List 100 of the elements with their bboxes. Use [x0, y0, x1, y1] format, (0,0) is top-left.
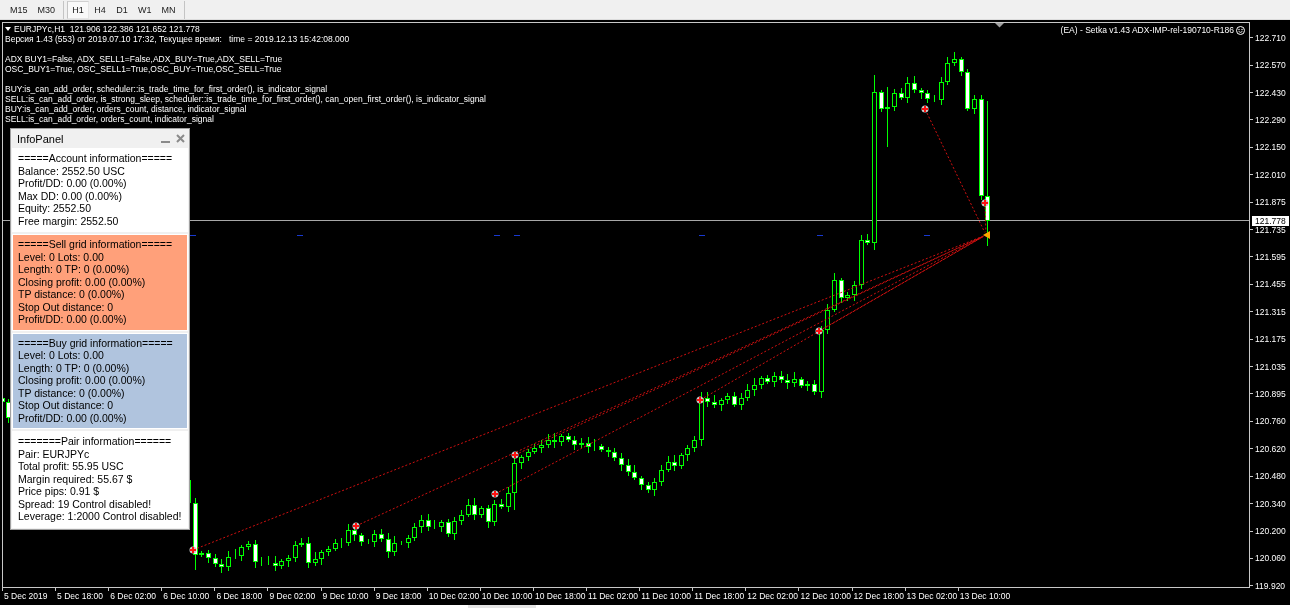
info-line: Stop Out distance: 0: [18, 300, 115, 313]
price-label: 120.340: [1255, 499, 1286, 508]
panel-title: InfoPanel: [17, 132, 65, 145]
info-line: Level: 0 Lots: 0.00: [18, 349, 105, 362]
price-label: 121.175: [1255, 335, 1286, 344]
info-line: Level: 0 Lots: 0.00: [18, 250, 105, 263]
info-line: Total profit: 55.95 USC: [18, 460, 125, 473]
time-label: 10 Dec 10:00: [481, 591, 533, 601]
timeframe-button[interactable]: H4: [89, 0, 112, 19]
info-line: Price pips: 0.91 $: [18, 485, 101, 498]
timeframe-button[interactable]: D1: [111, 0, 134, 19]
order-marker-icon: [491, 490, 499, 498]
info-line: Length: 0 TP: 0 (0.00%): [18, 361, 131, 374]
timeframe-button[interactable]: M15: [5, 0, 33, 19]
price-label: 122.430: [1255, 88, 1286, 97]
time-label: 12 Dec 10:00: [800, 591, 852, 601]
info-line: TP distance: 0 (0.00%): [18, 288, 126, 301]
time-label: 11 Dec 02:00: [588, 591, 639, 601]
close-icon[interactable]: [176, 134, 185, 143]
time-label: 5 Dec 2019: [4, 591, 49, 601]
price-label: 121.735: [1255, 225, 1286, 234]
level-tick: [493, 235, 501, 236]
time-label: 9 Dec 02:00: [269, 591, 317, 601]
level-tick: [296, 235, 304, 236]
price-label: 120.060: [1255, 554, 1286, 563]
price-label: 122.570: [1255, 61, 1286, 70]
price-label: 121.315: [1255, 307, 1286, 316]
order-marker-icon: [921, 105, 929, 113]
time-label: 9 Dec 10:00: [322, 591, 370, 601]
time-label: 5 Dec 18:00: [57, 591, 104, 601]
price-label: 120.895: [1255, 390, 1286, 398]
info-line: Pair: EURJPYc: [18, 447, 91, 460]
section-heading: =====Sell grid information=====: [18, 238, 174, 251]
time-label: 6 Dec 10:00: [163, 591, 211, 601]
price-label: 122.150: [1255, 143, 1286, 152]
level-tick: [513, 235, 521, 236]
timeframe-button[interactable]: H1: [67, 0, 90, 19]
symbol-quote-line: EURJPYc,H1 121.906 122.386 121.652 121.778: [14, 24, 200, 34]
shift-marker-icon[interactable]: [995, 23, 1004, 28]
order-marker-icon: [352, 522, 360, 530]
info-line: Equity: 2552.50: [18, 202, 92, 215]
time-label: 12 Dec 18:00: [853, 591, 905, 601]
info-line: TP distance: 0 (0.00%): [18, 386, 126, 399]
level-tick: [189, 235, 197, 236]
price-label: 121.035: [1255, 362, 1286, 371]
time-label: 11 Dec 10:00: [641, 591, 693, 601]
timeframe-button[interactable]: M30: [32, 0, 61, 19]
time-label: 13 Dec 02:00: [906, 591, 958, 601]
caret-icon[interactable]: [5, 27, 11, 31]
info-line: Closing profit: 0.00 (0.00%): [18, 374, 147, 387]
price-label: 121.875: [1255, 198, 1286, 207]
status-line: BUY:is_can_add_order, orders_count, distance, indicator_signal: [5, 104, 248, 114]
price-label: 121.455: [1255, 280, 1286, 289]
time-label: 10 Dec 18:00: [534, 591, 587, 601]
info-line: Profit/DD: 0.00 (0.00%): [18, 411, 128, 424]
price-label: 120.760: [1255, 417, 1286, 426]
smiley-icon[interactable]: [1236, 25, 1245, 35]
time-label: 12 Dec 02:00: [747, 591, 799, 601]
price-label: 120.200: [1255, 527, 1286, 535]
info-line: Balance: 2552.50 USC: [18, 164, 126, 177]
price-label: 119.920: [1255, 581, 1286, 590]
timeframe-button[interactable]: W1: [133, 0, 157, 19]
info-line: Spread: 19 Control disabled!: [18, 497, 153, 510]
price-label: 121.595: [1255, 252, 1286, 261]
info-line: Profit/DD: 0.00 (0.00%): [18, 177, 128, 190]
price-label: 120.480: [1255, 472, 1286, 481]
price-label: 122.710: [1255, 33, 1286, 42]
time-label: 13 Dec 10:00: [959, 591, 1011, 601]
time-label: 6 Dec 02:00: [110, 591, 158, 601]
status-line: OSC_BUY1=True, OSC_SELL1=True,OSC_BUY=True,OSC_SELL=True: [5, 64, 283, 74]
price-label: 120.620: [1255, 444, 1286, 453]
time-label: 11 Dec 18:00: [694, 591, 746, 601]
level-tick: [816, 235, 824, 236]
info-line: Profit/DD: 0.00 (0.00%): [18, 313, 128, 326]
status-line: Версия 1.43 (553) от 2019.07.10 17:32, Текущее время: time = 2019.12.13 15:42:08.000: [5, 34, 351, 44]
status-line: BUY:is_can_add_order, scheduler::is_trade_time_for_first_order(), is_indicator_signal: [5, 84, 329, 94]
info-line: Max DD: 0.00 (0.00%): [18, 189, 123, 202]
order-marker-icon: [981, 199, 989, 207]
info-line: Length: 0 TP: 0 (0.00%): [18, 263, 131, 276]
section-heading: =====Account information=====: [18, 152, 174, 165]
arrow-marker-icon: [983, 231, 990, 239]
info-line: Free margin: 2552.50: [18, 214, 120, 227]
order-marker-icon: [696, 396, 704, 404]
level-tick: [923, 235, 931, 236]
price-label: 122.290: [1255, 115, 1286, 124]
order-marker-icon: [815, 327, 823, 335]
current-price-label: 121.778: [1252, 215, 1289, 226]
info-line: Closing profit: 0.00 (0.00%): [18, 275, 147, 288]
timeframe-button[interactable]: MN: [156, 0, 181, 19]
section-heading: =======Pair information======: [18, 435, 173, 448]
status-line: ADX BUY1=False, ADX_SELL1=False,ADX_BUY=True,ADX_SELL=True: [5, 54, 284, 64]
info-line: Margin required: 55.67 $: [18, 472, 134, 485]
time-label: 6 Dec 18:00: [216, 591, 264, 601]
status-line: SELL:is_can_add_order, is_strong_sleep, scheduler::is_trade_time_for_first_order(), can_open_first_order(), is_indicator_signal: [5, 94, 486, 104]
order-marker-icon: [189, 546, 197, 554]
price-label: 122.010: [1255, 170, 1286, 179]
expert-label: (EA) - Setka v1.43 ADX-IMP-rel-190710-R186: [1060, 25, 1234, 35]
status-line: SELL:is_can_add_order, orders_count, indicator_signal: [5, 114, 215, 124]
info-line: Leverage: 1:2000 Control disabled!: [18, 510, 183, 523]
section-heading: =====Buy grid information=====: [18, 336, 174, 349]
